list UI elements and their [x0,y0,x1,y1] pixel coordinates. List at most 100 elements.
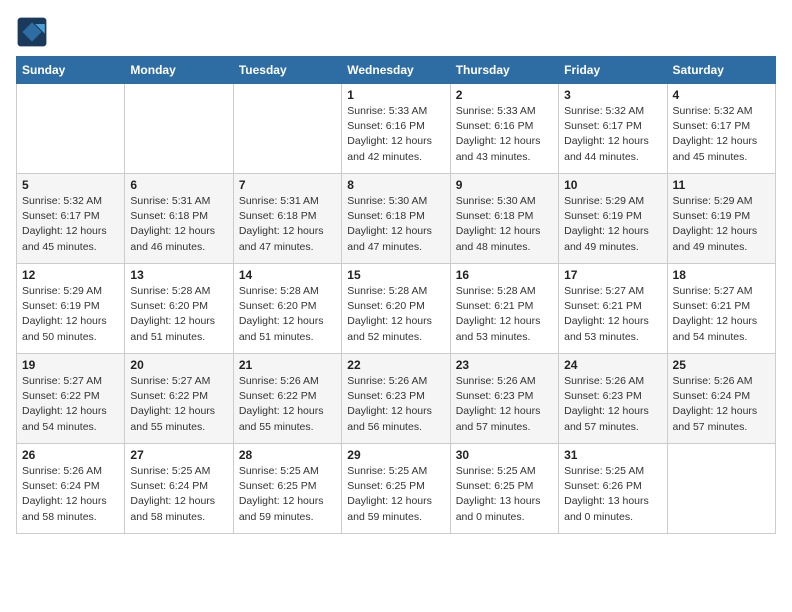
day-number: 20 [130,358,227,372]
day-number: 16 [456,268,553,282]
calendar-cell: 8 Sunrise: 5:30 AM Sunset: 6:18 PM Daylig… [342,174,450,264]
calendar-cell: 7 Sunrise: 5:31 AM Sunset: 6:18 PM Daylig… [233,174,341,264]
calendar-cell: 24 Sunrise: 5:26 AM Sunset: 6:23 PM Dayli… [559,354,667,444]
day-number: 19 [22,358,119,372]
day-content: Sunrise: 5:27 AM Sunset: 6:22 PM Dayligh… [22,374,119,435]
calendar-cell: 27 Sunrise: 5:25 AM Sunset: 6:24 PM Dayli… [125,444,233,534]
day-content: Sunrise: 5:26 AM Sunset: 6:24 PM Dayligh… [673,374,770,435]
day-content: Sunrise: 5:29 AM Sunset: 6:19 PM Dayligh… [564,194,661,255]
calendar-cell [125,84,233,174]
day-number: 9 [456,178,553,192]
calendar-cell: 17 Sunrise: 5:27 AM Sunset: 6:21 PM Dayli… [559,264,667,354]
calendar-cell: 28Sunrise: 5:25 AM Sunset: 6:25 PM Dayli… [233,444,341,534]
day-content: Sunrise: 5:26 AM Sunset: 6:23 PM Dayligh… [456,374,553,435]
header-cell-friday: Friday [559,57,667,84]
calendar-cell: 29 Sunrise: 5:25 AM Sunset: 6:25 PM Dayli… [342,444,450,534]
calendar-cell: 21 Sunrise: 5:26 AM Sunset: 6:22 PM Dayli… [233,354,341,444]
calendar-cell: 3 Sunrise: 5:32 AM Sunset: 6:17 PM Daylig… [559,84,667,174]
day-content: Sunrise: 5:27 AM Sunset: 6:21 PM Dayligh… [564,284,661,345]
day-number: 27 [130,448,227,462]
day-number: 17 [564,268,661,282]
day-content: Sunrise: 5:25 AM Sunset: 6:26 PM Dayligh… [564,464,661,525]
day-number: 7 [239,178,336,192]
day-number: 21 [239,358,336,372]
day-content: Sunrise: 5:32 AM Sunset: 6:17 PM Dayligh… [22,194,119,255]
calendar-header-row: SundayMondayTuesdayWednesdayThursdayFrid… [17,57,776,84]
day-content: Sunrise: 5:32 AM Sunset: 6:17 PM Dayligh… [673,104,770,165]
day-content: Sunrise: 5:26 AM Sunset: 6:22 PM Dayligh… [239,374,336,435]
day-number: 14 [239,268,336,282]
calendar-cell: 4Sunrise: 5:32 AM Sunset: 6:17 PM Daylig… [667,84,775,174]
day-number: 24 [564,358,661,372]
day-content: Sunrise: 5:25 AM Sunset: 6:25 PM Dayligh… [456,464,553,525]
day-content: Sunrise: 5:26 AM Sunset: 6:23 PM Dayligh… [564,374,661,435]
calendar-cell [233,84,341,174]
calendar-cell [667,444,775,534]
calendar-cell: 5 Sunrise: 5:32 AM Sunset: 6:17 PM Daylig… [17,174,125,264]
day-number: 11 [673,178,770,192]
calendar-cell: 2Sunrise: 5:33 AM Sunset: 6:16 PM Daylig… [450,84,558,174]
calendar-cell: 22 Sunrise: 5:26 AM Sunset: 6:23 PM Dayli… [342,354,450,444]
header-cell-tuesday: Tuesday [233,57,341,84]
logo-icon [16,16,48,48]
day-content: Sunrise: 5:25 AM Sunset: 6:24 PM Dayligh… [130,464,227,525]
day-content: Sunrise: 5:26 AM Sunset: 6:24 PM Dayligh… [22,464,119,525]
calendar-cell: 12Sunrise: 5:29 AM Sunset: 6:19 PM Dayli… [17,264,125,354]
day-number: 12 [22,268,119,282]
day-number: 29 [347,448,444,462]
day-number: 18 [673,268,770,282]
header-cell-thursday: Thursday [450,57,558,84]
day-content: Sunrise: 5:28 AM Sunset: 6:20 PM Dayligh… [130,284,227,345]
calendar-week-1: 1 Sunrise: 5:33 AM Sunset: 6:16 PM Daylig… [17,84,776,174]
day-number: 15 [347,268,444,282]
day-content: Sunrise: 5:25 AM Sunset: 6:25 PM Dayligh… [239,464,336,525]
calendar-cell: 30 Sunrise: 5:25 AM Sunset: 6:25 PM Dayli… [450,444,558,534]
header-cell-wednesday: Wednesday [342,57,450,84]
calendar-cell: 19 Sunrise: 5:27 AM Sunset: 6:22 PM Dayli… [17,354,125,444]
day-content: Sunrise: 5:33 AM Sunset: 6:16 PM Dayligh… [347,104,444,165]
calendar-cell: 23 Sunrise: 5:26 AM Sunset: 6:23 PM Dayli… [450,354,558,444]
day-number: 5 [22,178,119,192]
day-number: 3 [564,88,661,102]
calendar-week-2: 5 Sunrise: 5:32 AM Sunset: 6:17 PM Daylig… [17,174,776,264]
day-content: Sunrise: 5:28 AM Sunset: 6:20 PM Dayligh… [239,284,336,345]
day-content: Sunrise: 5:31 AM Sunset: 6:18 PM Dayligh… [239,194,336,255]
calendar-cell: 13Sunrise: 5:28 AM Sunset: 6:20 PM Dayli… [125,264,233,354]
calendar-cell: 10 Sunrise: 5:29 AM Sunset: 6:19 PM Dayli… [559,174,667,264]
calendar-cell: 31 Sunrise: 5:25 AM Sunset: 6:26 PM Dayli… [559,444,667,534]
calendar-cell: 15 Sunrise: 5:28 AM Sunset: 6:20 PM Dayli… [342,264,450,354]
day-number: 8 [347,178,444,192]
calendar-cell: 25Sunrise: 5:26 AM Sunset: 6:24 PM Dayli… [667,354,775,444]
calendar-week-4: 19 Sunrise: 5:27 AM Sunset: 6:22 PM Dayli… [17,354,776,444]
day-content: Sunrise: 5:32 AM Sunset: 6:17 PM Dayligh… [564,104,661,165]
day-number: 23 [456,358,553,372]
day-number: 1 [347,88,444,102]
calendar-cell: 11 Sunrise: 5:29 AM Sunset: 6:19 PM Dayli… [667,174,775,264]
calendar-cell: 1 Sunrise: 5:33 AM Sunset: 6:16 PM Daylig… [342,84,450,174]
calendar-cell: 14 Sunrise: 5:28 AM Sunset: 6:20 PM Dayli… [233,264,341,354]
page-header [16,16,776,48]
day-content: Sunrise: 5:28 AM Sunset: 6:20 PM Dayligh… [347,284,444,345]
day-number: 2 [456,88,553,102]
calendar-cell: 26Sunrise: 5:26 AM Sunset: 6:24 PM Dayli… [17,444,125,534]
day-number: 30 [456,448,553,462]
day-content: Sunrise: 5:28 AM Sunset: 6:21 PM Dayligh… [456,284,553,345]
day-content: Sunrise: 5:30 AM Sunset: 6:18 PM Dayligh… [347,194,444,255]
calendar-week-5: 26Sunrise: 5:26 AM Sunset: 6:24 PM Dayli… [17,444,776,534]
day-content: Sunrise: 5:25 AM Sunset: 6:25 PM Dayligh… [347,464,444,525]
calendar-cell: 20Sunrise: 5:27 AM Sunset: 6:22 PM Dayli… [125,354,233,444]
day-content: Sunrise: 5:26 AM Sunset: 6:23 PM Dayligh… [347,374,444,435]
day-number: 31 [564,448,661,462]
calendar-cell: 16 Sunrise: 5:28 AM Sunset: 6:21 PM Dayli… [450,264,558,354]
logo [16,16,52,48]
calendar-week-3: 12Sunrise: 5:29 AM Sunset: 6:19 PM Dayli… [17,264,776,354]
day-content: Sunrise: 5:29 AM Sunset: 6:19 PM Dayligh… [673,194,770,255]
day-number: 6 [130,178,227,192]
day-content: Sunrise: 5:27 AM Sunset: 6:21 PM Dayligh… [673,284,770,345]
header-cell-sunday: Sunday [17,57,125,84]
calendar-cell: 9Sunrise: 5:30 AM Sunset: 6:18 PM Daylig… [450,174,558,264]
day-number: 22 [347,358,444,372]
calendar-cell: 18 Sunrise: 5:27 AM Sunset: 6:21 PM Dayli… [667,264,775,354]
calendar-body: 1 Sunrise: 5:33 AM Sunset: 6:16 PM Daylig… [17,84,776,534]
day-number: 10 [564,178,661,192]
